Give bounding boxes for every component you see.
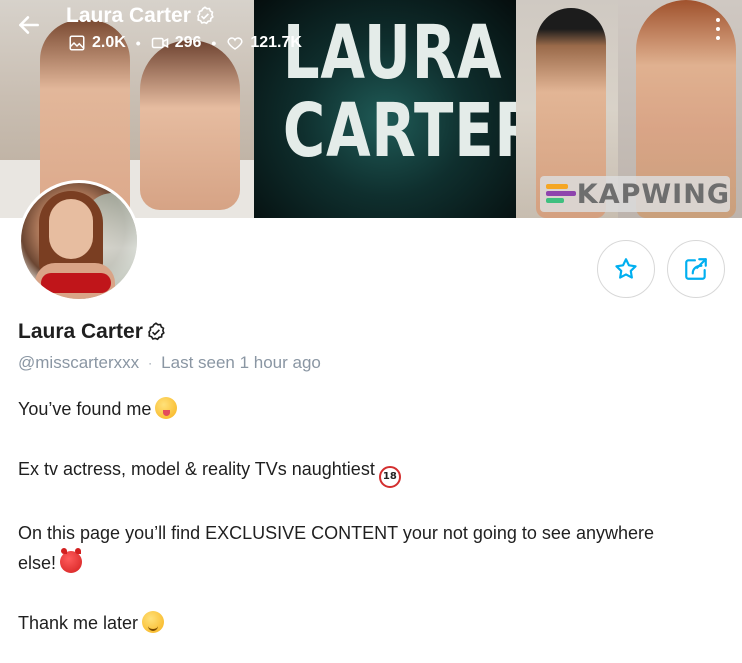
arrow-left-icon: [19, 16, 39, 34]
winking-tongue-emoji-icon: [155, 397, 178, 419]
profile-subline: @misscarterxxx · Last seen 1 hour ago: [18, 353, 321, 373]
back-button[interactable]: [16, 12, 50, 46]
subline-separator: ·: [148, 356, 153, 370]
profile-name: Laura Carter: [18, 320, 167, 344]
bio-line: Thank me later: [18, 608, 728, 638]
likes-count: 121.7K: [226, 34, 302, 52]
kapwing-logo-icon: [546, 183, 576, 205]
image-icon: [69, 35, 85, 51]
username: @misscarterxxx: [18, 353, 140, 372]
profile-name-text: Laura Carter: [18, 320, 143, 343]
stats-separator: •: [211, 35, 217, 51]
stats-separator: •: [135, 35, 141, 51]
bio-line: You’ve found me: [18, 394, 728, 424]
photos-count-value: 2.0K: [92, 34, 126, 51]
cover-title-line2: CARTER: [282, 88, 540, 174]
share-icon: [685, 258, 707, 280]
likes-count-value: 121.7K: [250, 34, 302, 51]
share-button[interactable]: [667, 240, 725, 298]
bio-line: Ex tv actress, model & reality TVs naugh…: [18, 454, 728, 488]
header-name-text: Laura Carter: [66, 4, 191, 27]
winking-face-emoji-icon: [142, 611, 165, 633]
star-icon: [615, 258, 637, 279]
favorite-button[interactable]: [597, 240, 655, 298]
bio-line: On this page you’ll find EXCLUSIVE CONTE…: [18, 523, 654, 543]
video-icon: [151, 37, 168, 49]
devil-emoji-icon: [60, 548, 83, 573]
kapwing-watermark: KAPWING: [540, 176, 730, 212]
heart-icon: [227, 37, 243, 50]
verified-badge-icon: [148, 322, 165, 341]
header-stats: 2.0K • 296 • 121.7K: [68, 34, 302, 52]
photos-count: 2.0K: [68, 34, 126, 52]
avatar[interactable]: [18, 180, 140, 302]
videos-count-value: 296: [174, 34, 202, 51]
header-name: Laura Carter: [66, 4, 216, 28]
no-under-18-emoji-icon: 18: [378, 466, 401, 488]
videos-count: 296: [151, 34, 202, 52]
more-vertical-icon: [716, 18, 720, 22]
last-seen-status: Last seen 1 hour ago: [161, 353, 321, 372]
top-bar: Laura Carter 2.0K • 296 • 121.7K: [0, 0, 742, 60]
profile-bio: You’ve found me Ex tv actress, model & r…: [18, 394, 728, 638]
bio-line: else!: [18, 548, 728, 578]
verified-badge-icon: [197, 6, 214, 25]
watermark-text: KAPWING: [576, 178, 730, 210]
more-options-button[interactable]: [708, 14, 728, 44]
